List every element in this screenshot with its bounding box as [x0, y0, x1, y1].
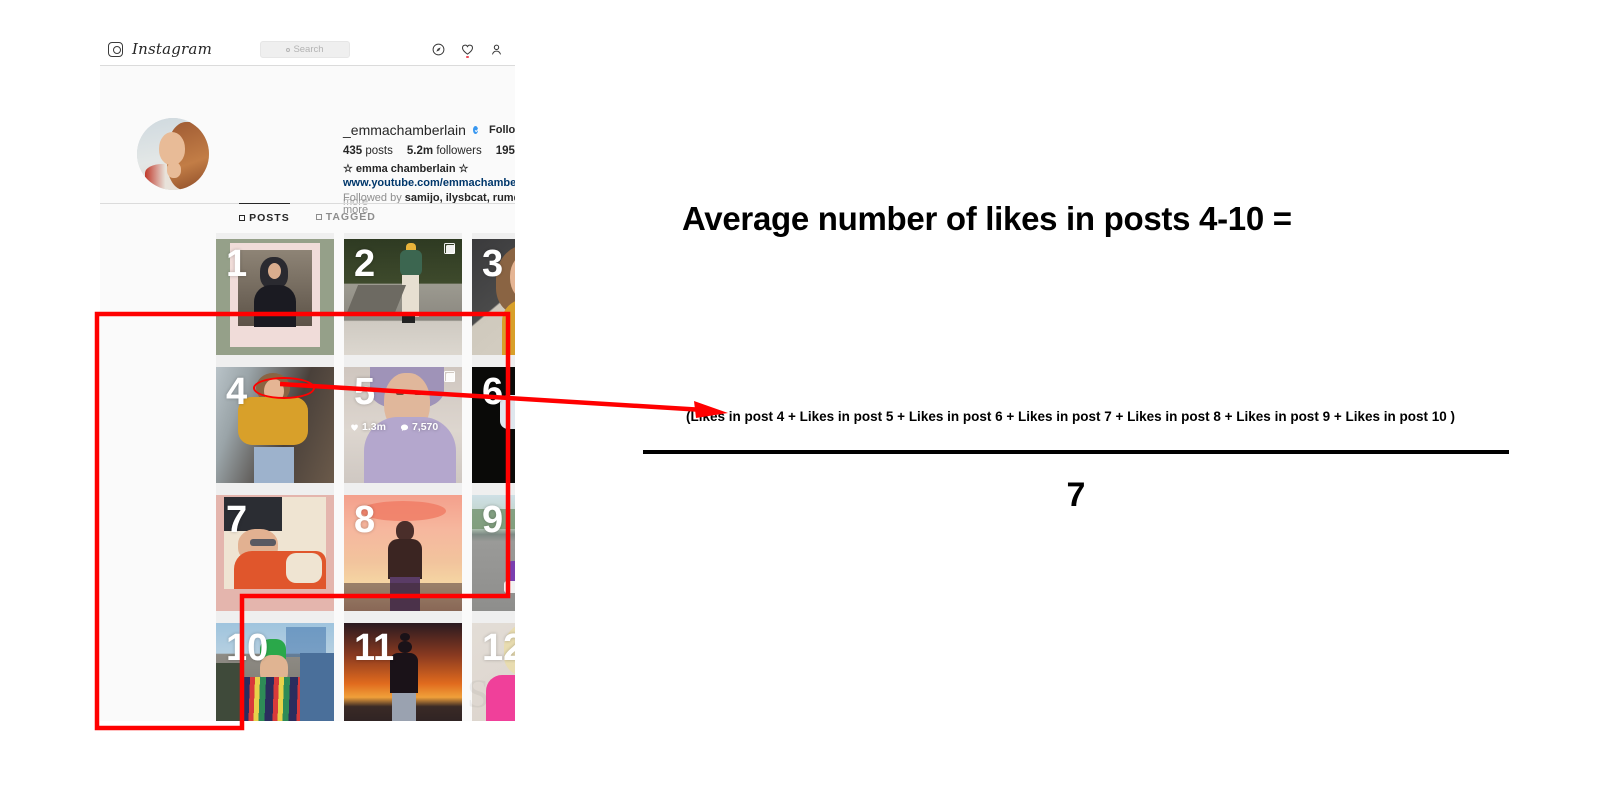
avatar[interactable]	[137, 118, 209, 190]
carousel-icon	[443, 370, 455, 382]
navbar-icon-group	[432, 33, 503, 66]
activity-heart-icon[interactable]	[461, 43, 474, 58]
comments-count-group: 7,570	[400, 421, 438, 433]
explore-compass-icon[interactable]	[432, 43, 445, 56]
post-number: 11	[354, 627, 395, 669]
equation-denominator: 7	[1066, 476, 1086, 514]
tab-tagged[interactable]: TAGGED	[315, 204, 376, 223]
search-input[interactable]: Search	[260, 41, 350, 58]
equation-numerator: (Likes in post 4 + Likes in post 5 + Lik…	[686, 409, 1455, 424]
stat-posts: 435 posts	[343, 145, 393, 157]
post-number: 8	[354, 499, 376, 541]
verified-icon	[472, 126, 478, 134]
search-placeholder: Search	[293, 44, 324, 55]
post-number: 9	[482, 499, 504, 541]
profile-stats: 435 posts 5.2m followers 195 following	[343, 145, 515, 157]
instagram-navbar: Instagram Search	[100, 33, 515, 66]
tab-posts[interactable]: POSTS	[239, 203, 290, 224]
comments-count: 7,570	[411, 421, 439, 433]
username-row: _emmachamberlain Following · ···	[343, 66, 515, 138]
post-number: 10	[226, 627, 269, 669]
likes-count: 1.3m	[362, 421, 386, 433]
profile-bio-link[interactable]: www.youtube.com/emmachamberlain	[343, 176, 515, 190]
tab-posts-label: POSTS	[249, 212, 290, 224]
post-number: 1	[226, 243, 248, 285]
tab-tagged-label: TAGGED	[325, 211, 376, 223]
post-number: 2	[354, 243, 376, 285]
instagram-logo[interactable]: Instagram	[108, 40, 212, 58]
post-thumbnail[interactable]: 8	[344, 489, 462, 617]
heart-filled-icon	[351, 423, 358, 431]
stat-following[interactable]: 195 following	[496, 145, 515, 157]
post-thumbnail[interactable]: 6	[472, 361, 515, 489]
post-thumbnail[interactable]: 2	[344, 233, 462, 361]
magnifier-icon	[286, 47, 291, 52]
post-number: 12	[482, 627, 515, 669]
post-number: 3	[482, 243, 504, 285]
camera-icon	[108, 41, 123, 57]
post-thumbnail[interactable]: 5 1.3m 7,570	[344, 361, 462, 489]
post-number: 5	[354, 371, 376, 413]
watermark-icon: S	[467, 671, 489, 716]
carousel-icon	[443, 242, 455, 254]
post-number: 4	[226, 371, 248, 413]
instagram-wordmark: Instagram	[132, 40, 212, 58]
circled-likes-annotation	[253, 377, 315, 399]
tag-person-icon	[315, 214, 322, 220]
profile-username[interactable]: _emmachamberlain	[343, 122, 466, 138]
post-thumbnail[interactable]: 3	[472, 233, 515, 361]
profile-header: _emmachamberlain Following · ··· 435 pos…	[100, 66, 515, 216]
post-thumbnail[interactable]: 11	[344, 617, 462, 721]
profile-info-column: _emmachamberlain Following · ··· 435 pos…	[343, 66, 515, 216]
post-thumbnail[interactable]: 10	[216, 617, 334, 721]
stat-followers[interactable]: 5.2m followers	[407, 145, 482, 157]
following-button[interactable]: Following	[489, 124, 515, 136]
equation-title: Average number of likes in posts 4-10 =	[682, 200, 1292, 237]
fraction-bar	[643, 450, 1509, 454]
comment-bubble-icon	[400, 424, 408, 431]
likes-count-group: 1.3m	[350, 421, 386, 433]
notification-badge-dot	[466, 55, 469, 58]
post-engagement-overlay: 1.3m 7,570	[350, 421, 438, 433]
profile-bio-name: ☆ emma chamberlain ☆	[343, 163, 469, 175]
post-grid: 1 2 3 4 5 1.3m 7,570 6 7 8 9 10 11 12	[216, 233, 515, 721]
svg-text:S: S	[467, 671, 489, 716]
instagram-screenshot-panel: Instagram Search _emmachamberlain Follo …	[100, 33, 515, 721]
profile-person-icon[interactable]	[490, 43, 503, 56]
grid-icon	[239, 215, 246, 221]
profile-tabs: POSTS TAGGED	[100, 203, 515, 227]
post-thumbnail[interactable]: 1	[216, 233, 334, 361]
post-thumbnail[interactable]: 9	[472, 489, 515, 617]
post-thumbnail[interactable]: 7	[216, 489, 334, 617]
post-number: 7	[226, 499, 248, 541]
post-number: 6	[482, 371, 504, 413]
slide-canvas: Instagram Search _emmachamberlain Follo …	[0, 0, 1600, 796]
